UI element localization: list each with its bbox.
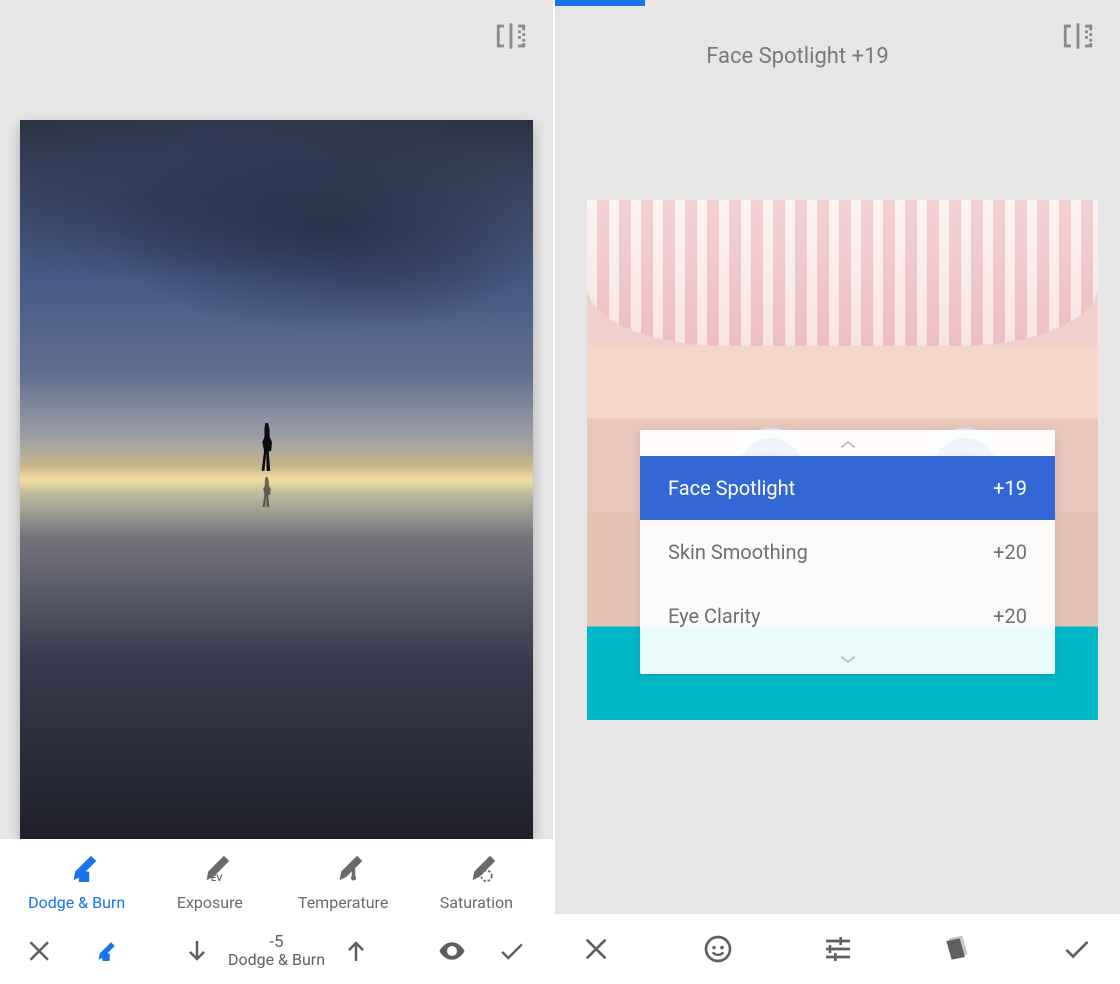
card-stack-icon (941, 933, 973, 965)
panel-scroll-up[interactable] (640, 430, 1055, 456)
right-action-row (555, 914, 1120, 984)
panel-row-label: Skin Smoothing (668, 540, 808, 564)
panel-row-skin-smoothing[interactable]: Skin Smoothing +20 (640, 520, 1055, 584)
left-canvas[interactable] (0, 0, 553, 839)
left-action-row: -5 Dodge & Burn (0, 924, 553, 984)
cancel-button[interactable] (20, 930, 62, 972)
value-stepper: -5 Dodge & Burn (176, 930, 377, 972)
editor-right-pane: Face Spotlight +19 Face Spotlight +19 Sk… (553, 0, 1120, 984)
adjustment-panel[interactable]: Face Spotlight +19 Skin Smoothing +20 Ey… (640, 430, 1055, 674)
face-button[interactable] (697, 928, 739, 970)
panel-row-face-spotlight[interactable]: Face Spotlight +19 (640, 456, 1055, 520)
photo-preview[interactable] (20, 120, 533, 839)
svg-text:EV: EV (211, 873, 223, 883)
editor-left-pane: Dodge & Burn EV Exposure Temperature (0, 0, 553, 984)
check-icon (497, 936, 527, 966)
styles-button[interactable] (936, 928, 978, 970)
silhouette-reflection (259, 477, 273, 508)
brush-exposure-icon: EV (189, 853, 231, 883)
brush-temperature-icon (322, 853, 364, 883)
arrow-down-icon (182, 936, 212, 966)
tool-saturation[interactable]: Saturation (410, 853, 543, 912)
stepper-label: Dodge & Burn (228, 952, 325, 969)
right-canvas[interactable]: Face Spotlight +19 Face Spotlight +19 Sk… (555, 0, 1120, 914)
eye-icon (437, 936, 467, 966)
tool-exposure[interactable]: EV Exposure (143, 853, 276, 912)
brush-toolbar: Dodge & Burn EV Exposure Temperature (0, 839, 553, 924)
brush-saturation-icon (455, 853, 497, 883)
panel-row-eye-clarity[interactable]: Eye Clarity +20 (640, 584, 1055, 648)
compare-icon (1061, 19, 1095, 53)
tool-dodge-burn[interactable]: Dodge & Burn (10, 853, 143, 912)
panel-row-value: +20 (993, 604, 1027, 628)
cancel-button[interactable] (577, 928, 619, 970)
mask-preview-button[interactable] (431, 930, 473, 972)
slider-track[interactable] (555, 0, 1120, 6)
decrease-button[interactable] (176, 930, 218, 972)
stepper-value: -5 (228, 934, 325, 952)
stepper-readout: -5 Dodge & Burn (228, 934, 325, 969)
tool-label: Temperature (298, 893, 388, 912)
face-icon (702, 933, 734, 965)
panel-scroll-down[interactable] (640, 648, 1055, 674)
apply-button[interactable] (491, 930, 533, 972)
tune-button[interactable] (817, 928, 859, 970)
brush-dodge-burn-icon (56, 853, 98, 883)
close-icon (582, 933, 614, 965)
tool-temperature[interactable]: Temperature (277, 853, 410, 912)
arrow-up-icon (341, 936, 371, 966)
compare-icon (494, 19, 528, 53)
tool-label: Exposure (177, 893, 243, 912)
chevron-down-icon (837, 655, 859, 667)
brush-active-button[interactable] (80, 930, 122, 972)
increase-button[interactable] (335, 930, 377, 972)
chevron-up-icon (837, 437, 859, 449)
panel-row-label: Eye Clarity (668, 604, 760, 628)
silhouette-figure (257, 423, 275, 471)
slider-fill (555, 0, 645, 6)
panel-row-label: Face Spotlight (668, 476, 795, 500)
check-icon (1061, 933, 1093, 965)
compare-button[interactable] (489, 14, 533, 58)
tool-label: Saturation (440, 893, 513, 912)
sliders-icon (822, 933, 854, 965)
apply-button[interactable] (1056, 928, 1098, 970)
tool-label: Dodge & Burn (28, 893, 125, 912)
panel-row-value: +20 (993, 540, 1027, 564)
compare-button[interactable] (1056, 14, 1100, 58)
adjustment-readout: Face Spotlight +19 (555, 44, 1040, 69)
brush-icon (86, 936, 116, 966)
panel-row-value: +19 (993, 476, 1027, 500)
close-icon (26, 936, 56, 966)
